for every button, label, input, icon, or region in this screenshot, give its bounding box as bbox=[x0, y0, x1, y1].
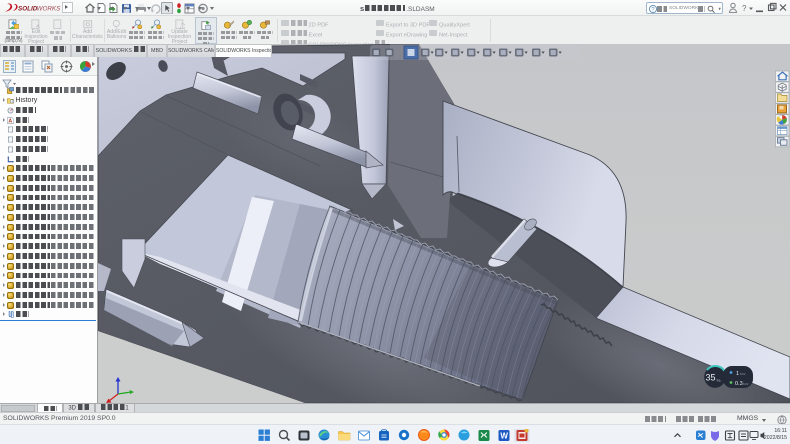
svg-text:0.3: 0.3 bbox=[735, 381, 743, 387]
svg-text:WORKS: WORKS bbox=[37, 6, 62, 13]
svg-text:35: 35 bbox=[706, 373, 716, 383]
svg-text:?: ? bbox=[742, 4, 747, 13]
svg-text:A: A bbox=[8, 118, 12, 123]
svg-text:W: W bbox=[500, 432, 508, 441]
svg-text:kov: kov bbox=[740, 372, 746, 376]
svg-text:SOLID: SOLID bbox=[18, 6, 38, 13]
svg-text:1: 1 bbox=[736, 371, 739, 377]
svg-text:kov: kov bbox=[743, 382, 749, 386]
svg-text:%: % bbox=[717, 378, 721, 383]
